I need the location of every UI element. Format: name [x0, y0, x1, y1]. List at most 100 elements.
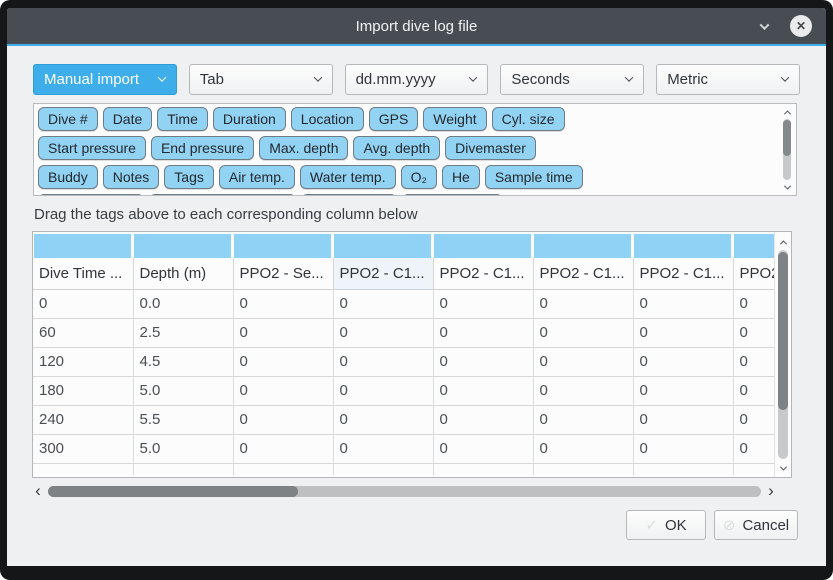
preview-grid: Dive Time ...Depth (m)PPO2 - Se...PPO2 -…: [33, 232, 777, 475]
tag-chip[interactable]: Dive #: [38, 107, 98, 131]
tag-chip[interactable]: He: [442, 165, 480, 189]
column-header[interactable]: PPO2: [733, 258, 776, 289]
horizontal-scrollbar[interactable]: ‹ ›: [32, 482, 777, 500]
table-cell: 0: [233, 434, 333, 463]
table-cell: 0: [633, 289, 733, 318]
tag-chip[interactable]: Start pressure: [38, 136, 146, 160]
table-cell: 0: [433, 318, 533, 347]
tag-chip[interactable]: Time: [157, 107, 208, 131]
scroll-up-icon[interactable]: [783, 108, 791, 116]
tag-chip[interactable]: Cyl. size: [492, 107, 565, 131]
tags-scrollbar[interactable]: [778, 104, 796, 195]
date-format-combo[interactable]: dd.mm.yyyy: [345, 64, 489, 95]
duration-format-combo[interactable]: Seconds: [500, 64, 644, 95]
tag-chip[interactable]: Water temp.: [300, 165, 396, 189]
tag-chip[interactable]: Location: [291, 107, 364, 131]
shade-button[interactable]: [754, 16, 774, 36]
drop-target[interactable]: [534, 234, 631, 258]
drop-target-cell[interactable]: [433, 232, 533, 258]
drop-target[interactable]: [334, 234, 431, 258]
close-button[interactable]: ✕: [790, 15, 812, 37]
drop-target[interactable]: [734, 234, 774, 258]
table-cell: 0: [733, 405, 776, 434]
field-separator-combo[interactable]: Tab: [189, 64, 333, 95]
scroll-down-icon[interactable]: [779, 464, 787, 472]
scrollbar-thumb[interactable]: [778, 252, 788, 410]
scroll-left-icon[interactable]: ‹: [32, 485, 44, 497]
drop-target[interactable]: [434, 234, 531, 258]
table-cell: 0: [533, 318, 633, 347]
tag-chip-row: BuddyNotesTagsAir temp.Water temp.O₂HeSa…: [38, 165, 774, 189]
cancel-label: Cancel: [742, 517, 789, 534]
column-header[interactable]: Depth (m): [133, 258, 233, 289]
tag-chip[interactable]: Avg. depth: [353, 136, 440, 160]
table-cell: 240: [33, 405, 133, 434]
drop-target[interactable]: [634, 234, 731, 258]
scroll-down-icon[interactable]: [783, 183, 791, 191]
chevron-down-icon: [158, 73, 166, 81]
tag-chip[interactable]: Sample pO₂: [301, 194, 396, 196]
drop-target[interactable]: [134, 234, 231, 258]
drop-target-cell[interactable]: [533, 232, 633, 258]
combo-row: Manual import Tab dd.mm.yyyy Seconds Met…: [33, 64, 800, 95]
tag-chip[interactable]: Weight: [423, 107, 486, 131]
cancel-icon: ⊘: [723, 516, 736, 534]
tag-chip[interactable]: Notes: [103, 165, 160, 189]
combo-value: Manual import: [44, 71, 139, 88]
tag-chip[interactable]: Divemaster: [445, 136, 536, 160]
table-cell: 0: [433, 376, 533, 405]
drop-target-cell[interactable]: [33, 232, 133, 258]
column-header[interactable]: PPO2 - C1...: [333, 258, 433, 289]
tag-chip[interactable]: Sample time: [485, 165, 583, 189]
units-combo[interactable]: Metric: [656, 64, 800, 95]
table-cell: 0: [333, 289, 433, 318]
drop-target-cell[interactable]: [633, 232, 733, 258]
tag-chip[interactable]: Sample temperature: [149, 194, 296, 196]
tag-chip[interactable]: Duration: [213, 107, 286, 131]
tag-chip[interactable]: End pressure: [151, 136, 254, 160]
column-header[interactable]: PPO2 - C1...: [533, 258, 633, 289]
scroll-up-icon[interactable]: [779, 238, 787, 246]
drop-target[interactable]: [34, 234, 131, 258]
tag-chip[interactable]: Buddy: [38, 165, 98, 189]
scroll-right-icon[interactable]: ›: [765, 485, 777, 497]
drop-target-cell[interactable]: [333, 232, 433, 258]
table-cell: 5.0: [133, 434, 233, 463]
table-cell: [633, 463, 733, 475]
tag-chip[interactable]: O₂: [401, 165, 437, 189]
table-cell: 0: [233, 318, 333, 347]
tag-chip[interactable]: GPS: [369, 107, 419, 131]
table-cell: 5.0: [133, 376, 233, 405]
drop-target[interactable]: [234, 234, 331, 258]
column-header[interactable]: Dive Time ...: [33, 258, 133, 289]
tag-chip[interactable]: Air temp.: [219, 165, 295, 189]
table-cell: 0: [33, 289, 133, 318]
table-cell: 0: [233, 376, 333, 405]
tag-chip[interactable]: Date: [103, 107, 153, 131]
drop-target-cell[interactable]: [733, 232, 776, 258]
cancel-button[interactable]: ⊘ Cancel: [714, 510, 798, 540]
tag-chip[interactable]: Max. depth: [259, 136, 348, 160]
import-type-combo[interactable]: Manual import: [33, 64, 177, 95]
table-cell: 0: [733, 376, 776, 405]
table-cell: 0: [233, 405, 333, 434]
drop-target-cell[interactable]: [233, 232, 333, 258]
table-cell: 0: [733, 434, 776, 463]
ok-button[interactable]: ✓ OK: [626, 510, 706, 540]
titlebar[interactable]: Import dive log file ✕: [7, 8, 826, 44]
drop-target-cell[interactable]: [133, 232, 233, 258]
table-cell: 0: [633, 405, 733, 434]
table-scrollbar[interactable]: [774, 232, 791, 477]
tag-chip[interactable]: Sample depth: [38, 194, 144, 196]
column-header[interactable]: PPO2 - C1...: [433, 258, 533, 289]
column-header[interactable]: PPO2 - Se...: [233, 258, 333, 289]
tag-chip[interactable]: Tags: [164, 165, 214, 189]
scrollbar-thumb[interactable]: [48, 486, 298, 497]
header-row: Dive Time ...Depth (m)PPO2 - Se...PPO2 -…: [33, 258, 776, 289]
table-cell: [433, 463, 533, 475]
tag-chip[interactable]: Sample CNS: [402, 194, 503, 196]
scrollbar-thumb[interactable]: [783, 120, 791, 156]
table-row: 00.0000000: [33, 289, 776, 318]
scrollbar-track[interactable]: [48, 486, 761, 497]
column-header[interactable]: PPO2 - C1...: [633, 258, 733, 289]
